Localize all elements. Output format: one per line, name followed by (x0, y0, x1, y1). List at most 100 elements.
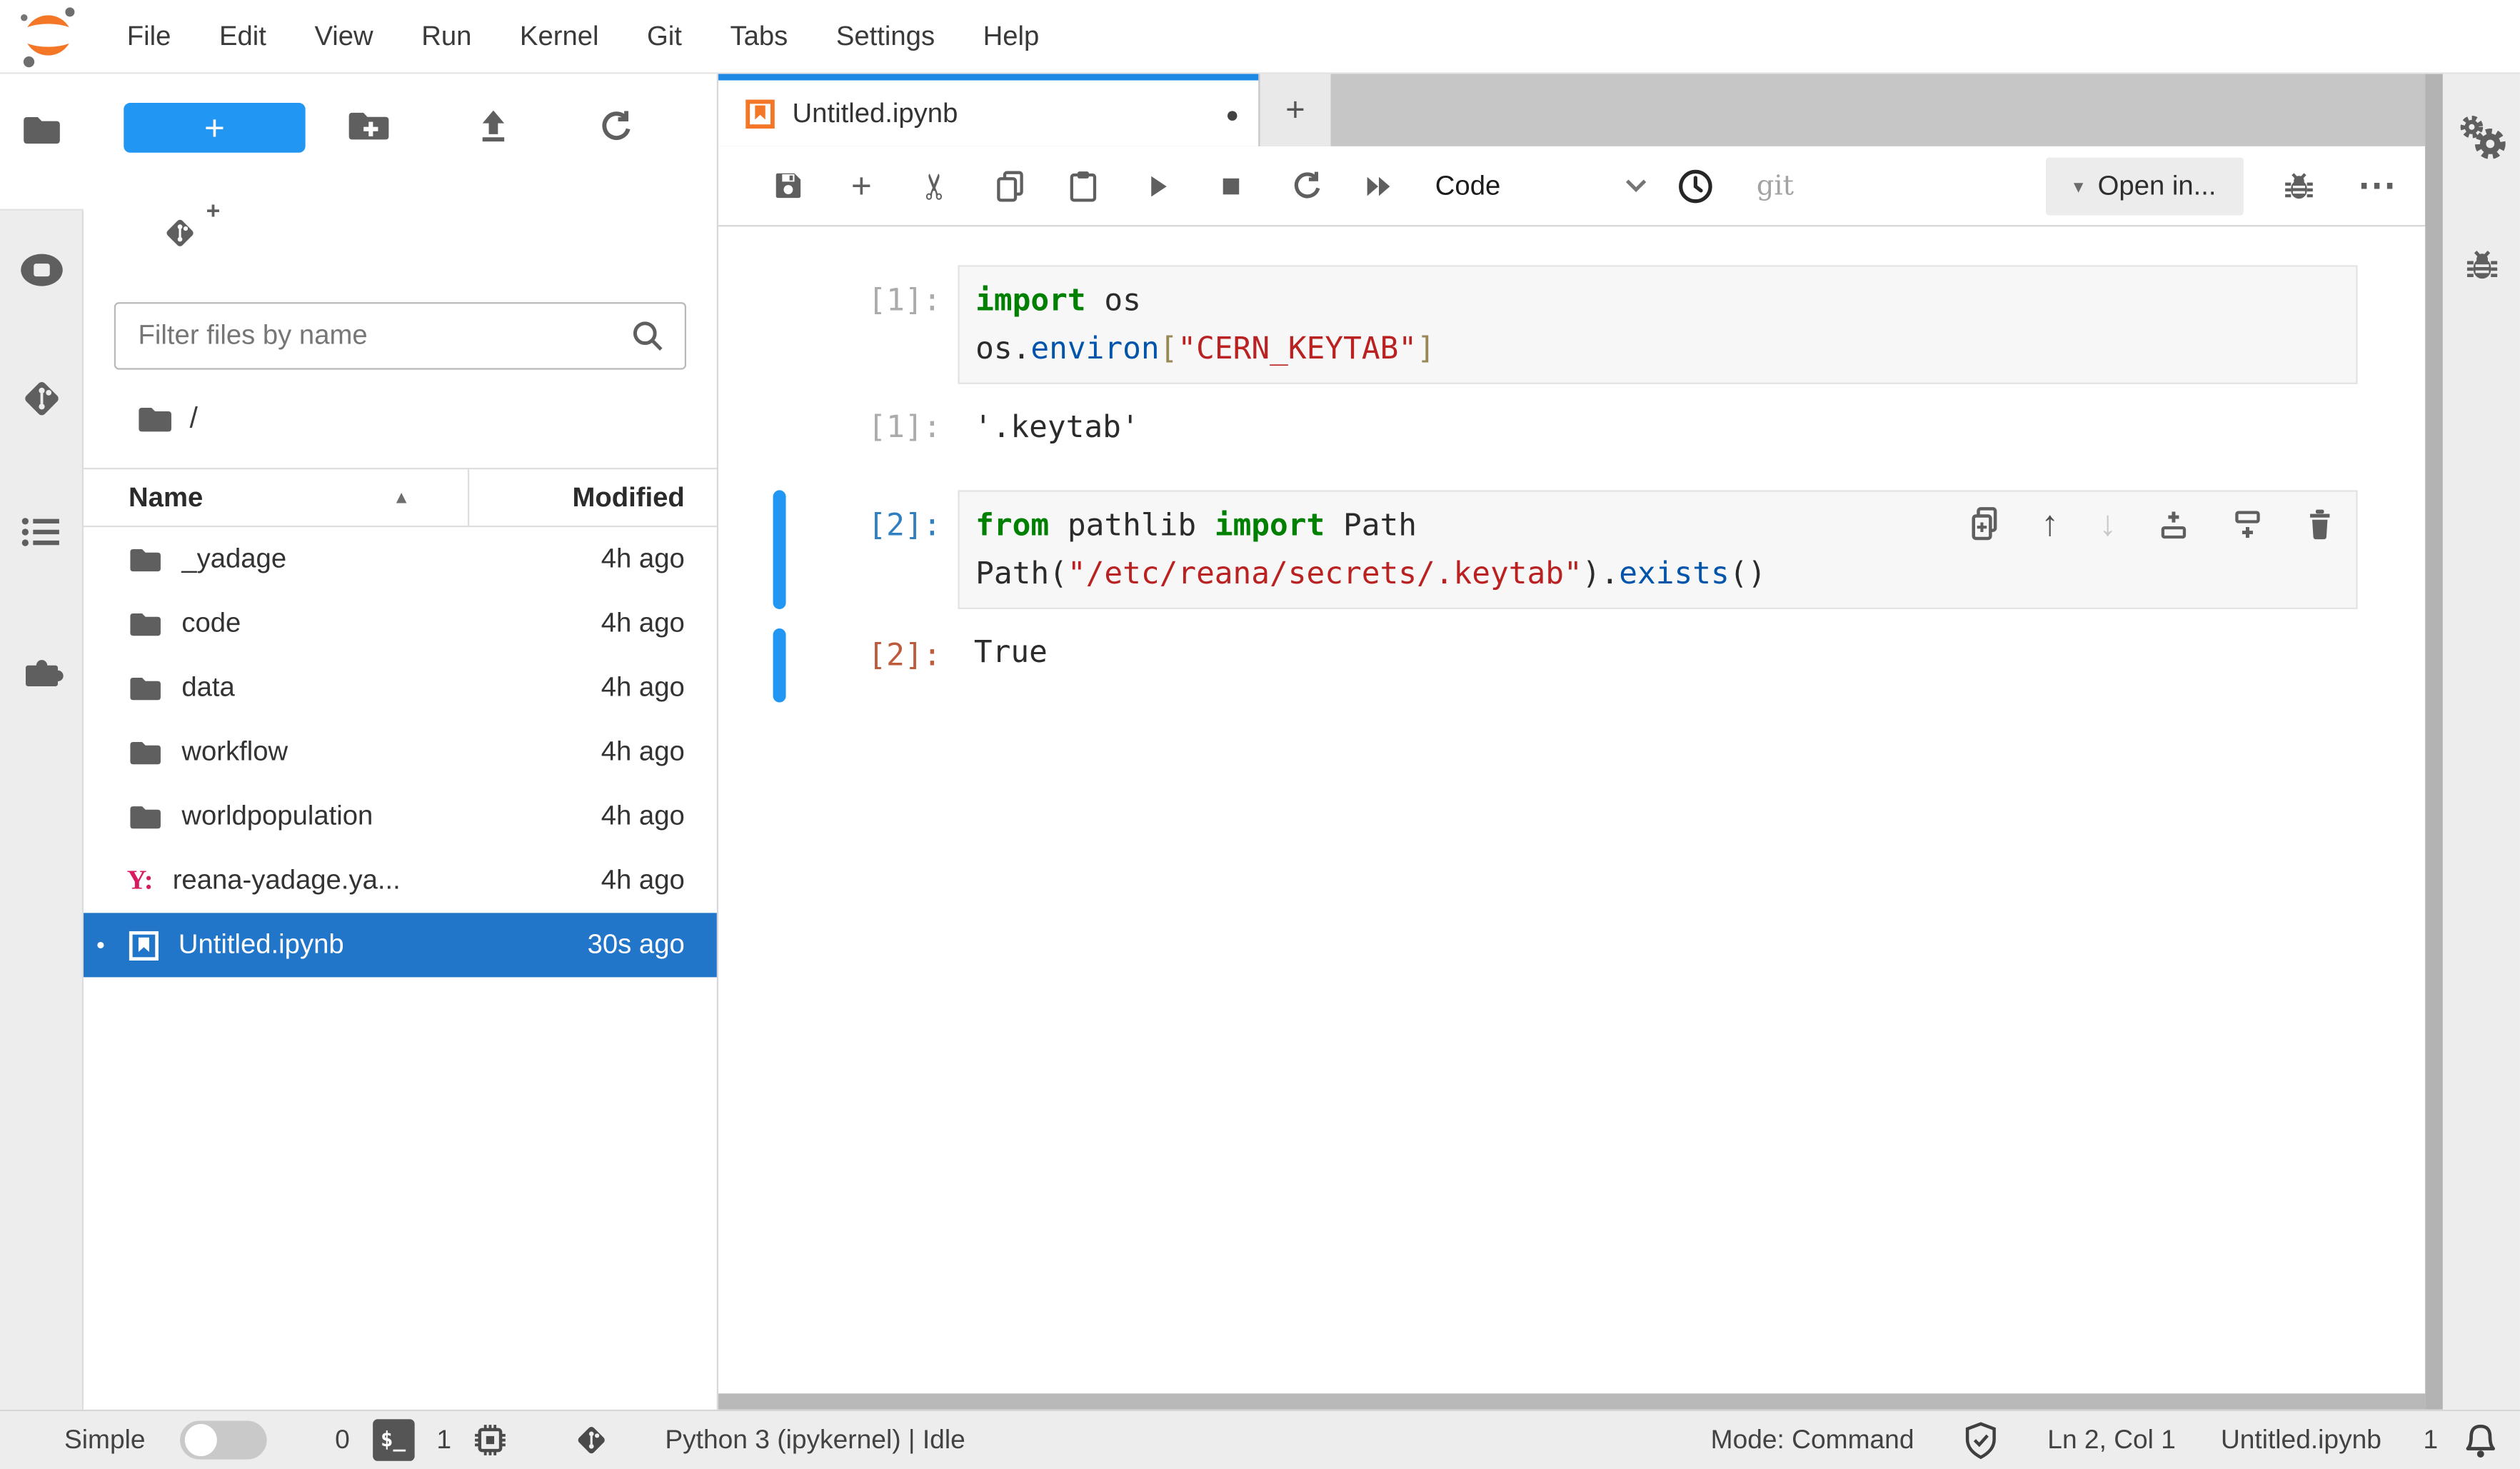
new-folder-button[interactable] (347, 109, 391, 143)
debugger-button[interactable] (2279, 164, 2319, 208)
menu-settings[interactable]: Settings (812, 0, 959, 72)
delete-cell-button[interactable] (2304, 506, 2335, 542)
cell-type-value: Code (1435, 169, 1500, 201)
new-launcher-button[interactable]: + (124, 103, 305, 153)
output-prompt: [2]: (868, 628, 942, 680)
execution-time-button[interactable] (1670, 160, 1721, 211)
menu-file[interactable]: File (103, 0, 195, 72)
command-mode-indicator[interactable]: Mode: Command (1711, 1425, 1914, 1455)
kernels-count[interactable]: 1 (436, 1425, 451, 1455)
input-collapser[interactable] (773, 490, 786, 609)
right-activity-bar (2443, 74, 2520, 1410)
terminals-count[interactable]: 0 (335, 1425, 350, 1455)
table-of-contents-tab[interactable] (0, 516, 84, 548)
file-row-selected[interactable]: • Untitled.ipynb 30s ago (84, 913, 717, 977)
code-token: ) (1582, 556, 1601, 592)
column-name[interactable]: Name (129, 481, 203, 513)
extension-manager-tab[interactable] (0, 649, 84, 691)
filter-files-input[interactable] (135, 319, 630, 354)
panel-resizer[interactable] (2425, 74, 2443, 1410)
code-token: ] (1417, 331, 1435, 367)
tab-bar: Untitled.ipynb ● + (718, 74, 2425, 146)
insert-cell-above-button[interactable] (2157, 507, 2190, 541)
new-tab-button[interactable]: + (1260, 74, 1330, 146)
upload-button[interactable] (474, 106, 513, 145)
tab-title: Untitled.ipynb (793, 97, 958, 129)
running-kernels-tab[interactable] (0, 251, 84, 289)
more-commands-button[interactable]: ⋯ (2354, 166, 2399, 205)
git-status-icon[interactable] (572, 1421, 611, 1460)
notification-count[interactable]: 1 (2423, 1425, 2438, 1455)
column-modified[interactable]: Modified (572, 481, 684, 513)
active-file-name[interactable]: Untitled.ipynb (2221, 1425, 2381, 1455)
terminal-icon[interactable]: $_ (372, 1419, 414, 1461)
menu-view[interactable]: View (291, 0, 398, 72)
menu-help[interactable]: Help (959, 0, 1063, 72)
dirty-indicator-dot[interactable]: ● (1225, 101, 1239, 126)
save-button[interactable] (751, 146, 825, 226)
menu-tabs[interactable]: Tabs (706, 0, 812, 72)
file-browser-tab[interactable] (0, 114, 84, 146)
statusbar-left: Simple 0 $_ 1 Python 3 (ipykernel) | Idl… (64, 1419, 965, 1461)
list-icon (21, 516, 63, 548)
kernel-status[interactable]: Python 3 (ipykernel) | Idle (665, 1425, 965, 1455)
menu-edit[interactable]: Edit (195, 0, 290, 72)
code-token: . (1600, 556, 1619, 592)
insert-below-icon (2231, 507, 2264, 541)
file-row[interactable]: Y: reana-yadage.ya... 4h ago (84, 848, 717, 913)
simple-mode-toggle[interactable] (181, 1421, 268, 1460)
code-cell-1[interactable]: [1]: import os os.environ["CERN_KEYTAB"] (718, 265, 2425, 384)
insert-cell-below-button[interactable] (2231, 507, 2264, 541)
status-bar: Simple 0 $_ 1 Python 3 (ipykernel) | Idl… (0, 1410, 2520, 1469)
cell-type-dropdown[interactable]: Code (1435, 156, 1647, 214)
file-row[interactable]: code 4h ago (84, 591, 717, 656)
code-token: os (1086, 283, 1141, 319)
tab-untitled-ipynb[interactable]: Untitled.ipynb ● (718, 74, 1258, 146)
trusted-shield-icon[interactable] (1962, 1420, 1999, 1460)
copy-cells-button[interactable] (973, 146, 1047, 226)
file-row[interactable]: data 4h ago (84, 656, 717, 720)
git-tab[interactable] (0, 376, 84, 421)
refresh-button[interactable] (596, 108, 633, 145)
file-name: reana-yadage.ya... (173, 865, 401, 897)
toggle-knob (186, 1424, 218, 1456)
file-name: code (181, 608, 241, 640)
cell-2-editor[interactable]: from pathlib import Path Path("/etc/rean… (958, 490, 2357, 609)
column-divider (468, 469, 469, 526)
home-folder-icon[interactable] (136, 404, 174, 433)
code-token: import (975, 283, 1085, 319)
kernel-chip-icon[interactable] (472, 1423, 508, 1458)
file-row[interactable]: workflow 4h ago (84, 720, 717, 784)
output-collapser[interactable] (773, 628, 786, 703)
restart-run-all-button[interactable] (1342, 146, 1416, 226)
cursor-position[interactable]: Ln 2, Col 1 (2047, 1425, 2176, 1455)
property-inspector-tab[interactable] (2443, 113, 2520, 161)
interrupt-kernel-button[interactable] (1194, 146, 1268, 226)
restart-kernel-button[interactable] (1268, 146, 1342, 226)
open-in-button[interactable]: ▾ Open in... (2047, 156, 2244, 214)
move-cell-up-button[interactable]: ↑ (2041, 503, 2059, 545)
debugger-sidebar-tab[interactable] (2443, 244, 2520, 284)
code-token: os (975, 331, 1013, 367)
clock-icon (1676, 166, 1715, 205)
git-clone-button[interactable]: + (151, 212, 209, 254)
code-cell-2-active[interactable]: [2]: from pathlib import Path Path("/etc… (718, 490, 2425, 609)
file-row[interactable]: _yadage 4h ago (84, 527, 717, 591)
run-cell-button[interactable] (1120, 146, 1195, 226)
new-folder-icon (347, 109, 391, 143)
cut-cells-button[interactable]: ✂ (898, 146, 973, 226)
menu-git[interactable]: Git (623, 0, 706, 72)
sort-ascending-icon[interactable]: ▲ (393, 488, 411, 507)
stop-icon (1215, 169, 1247, 201)
insert-cell-button[interactable]: + (825, 146, 899, 226)
cell-1-editor[interactable]: import os os.environ["CERN_KEYTAB"] (958, 265, 2357, 384)
paste-cells-button[interactable] (1046, 146, 1120, 226)
breadcrumb-root[interactable]: / (190, 402, 198, 436)
menu-run[interactable]: Run (397, 0, 496, 72)
output-text: True (974, 628, 1048, 677)
bell-icon[interactable] (2464, 1422, 2497, 1459)
menu-kernel[interactable]: Kernel (496, 0, 623, 72)
file-row[interactable]: worldpopulation 4h ago (84, 784, 717, 848)
duplicate-cell-button[interactable] (1969, 506, 2001, 542)
move-cell-down-button[interactable]: ↓ (2099, 503, 2117, 545)
